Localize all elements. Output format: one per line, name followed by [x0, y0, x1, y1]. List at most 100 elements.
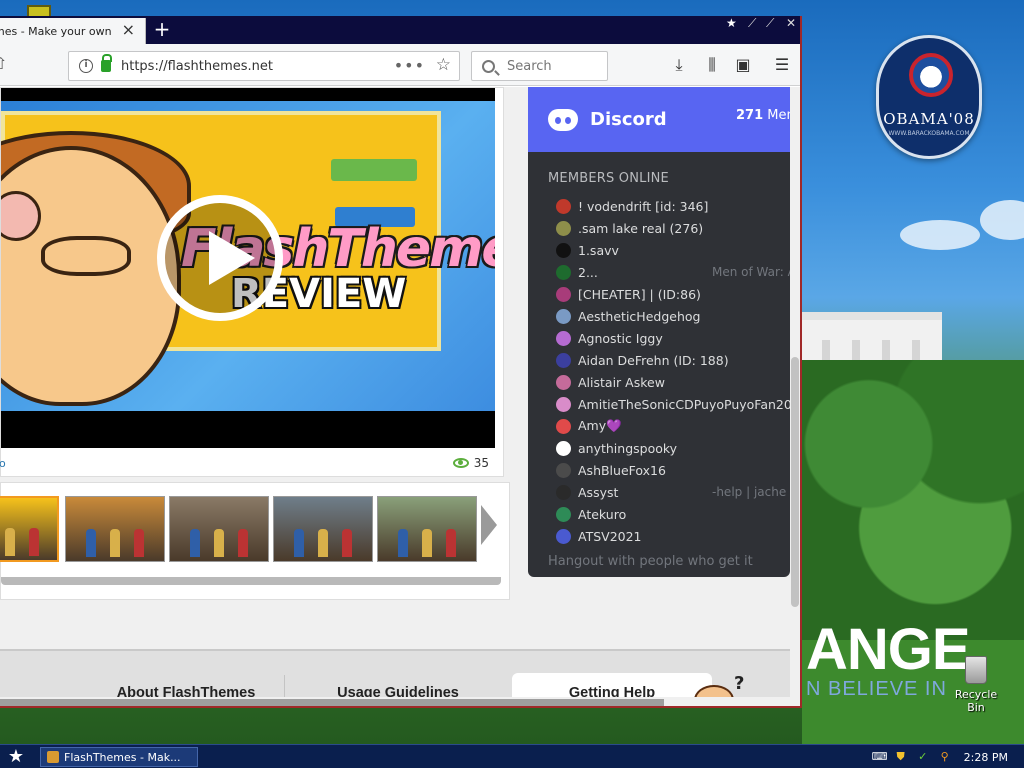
thumb-4[interactable] — [273, 496, 373, 562]
menu-icon[interactable]: ☰ — [771, 54, 793, 76]
discord-member[interactable]: anythingspooky — [556, 437, 790, 459]
avatar — [556, 264, 571, 280]
vertical-scrollbar[interactable] — [790, 87, 800, 706]
discord-member[interactable]: ATSV2021 — [556, 525, 790, 547]
lock-icon[interactable] — [101, 54, 112, 72]
shield-icon[interactable]: ⛊ — [894, 750, 908, 764]
discord-header[interactable]: Discord 271 Mem — [528, 87, 790, 152]
avatar — [556, 440, 571, 456]
info-icon[interactable]: i — [79, 59, 93, 73]
clock[interactable]: 2:28 PM — [964, 751, 1008, 764]
search-input[interactable] — [507, 58, 597, 74]
page-actions-icon[interactable]: ••• — [394, 56, 425, 75]
play-button[interactable] — [157, 195, 283, 321]
discord-logo-icon — [548, 108, 578, 131]
discord-member[interactable]: ! vodendrift [id: 346] — [556, 195, 790, 217]
obama-logo-site: WWW.BARACKOBAMA.COM — [888, 130, 970, 137]
search-tray-icon[interactable]: ⚲ — [938, 750, 952, 764]
recycle-bin-label: Recycle Bin — [954, 688, 998, 714]
avatar — [556, 528, 571, 544]
bookmark-star-icon[interactable]: ☆ — [436, 55, 451, 75]
search-bar[interactable] — [471, 51, 608, 81]
member-name: 2... — [578, 264, 598, 280]
discord-member[interactable]: 1.savv — [556, 239, 790, 261]
keyboard-icon[interactable]: ⌨ — [872, 750, 888, 764]
thumb-1[interactable] — [0, 496, 59, 562]
discord-member[interactable]: Agnostic Iggy — [556, 327, 790, 349]
download-icon[interactable]: ⤓ — [668, 54, 690, 76]
avatar — [556, 418, 571, 434]
discord-member[interactable]: Atekuro — [556, 503, 790, 525]
discord-member[interactable]: Aidan DeFrehn (ID: 188) — [556, 349, 790, 371]
member-name: ! vodendrift [id: 346] — [578, 198, 709, 214]
cloud — [900, 220, 980, 250]
view-count-value: 35 — [473, 456, 489, 470]
discord-member[interactable]: 2... Men of War: A — [556, 261, 790, 283]
discord-member[interactable]: AestheticHedgehog — [556, 305, 790, 327]
discord-member[interactable]: [CHEATER] | (ID:86) — [556, 283, 790, 305]
nav-bar: ⇧ i https://flashthemes.net ••• ☆ ⤓ ⫼ ▣ … — [0, 44, 800, 86]
member-name: 1.savv — [578, 242, 619, 258]
next-arrow-icon[interactable] — [479, 497, 499, 553]
search-icon — [482, 59, 495, 73]
new-tab-button[interactable]: + — [150, 18, 174, 42]
video-meta: o 35 — [0, 451, 495, 475]
obama-logo: OBAMA'08 WWW.BARACKOBAMA.COM — [876, 35, 982, 159]
page-content: FlashThemes REVIEW o 35 Discord — [0, 87, 790, 706]
discord-member[interactable]: AshBlueFox16 — [556, 459, 790, 481]
member-name: AshBlueFox16 — [578, 462, 666, 478]
member-activity: Men of War: A — [712, 265, 790, 279]
sidebar-icon[interactable]: ▣ — [732, 54, 754, 76]
member-name: .sam lake real (276) — [578, 220, 704, 236]
tab-title: mes - Make your own car — [0, 24, 114, 38]
avatar — [556, 352, 571, 368]
horizontal-scrollbar[interactable] — [0, 697, 800, 706]
taskbar-item-browser[interactable]: FlashThemes - Mak... — [40, 747, 198, 767]
avatar — [556, 308, 571, 324]
avatar — [556, 330, 571, 346]
view-count: 35 — [452, 456, 489, 470]
avatar — [556, 220, 571, 236]
recycle-bin[interactable]: Recycle Bin — [946, 656, 1006, 714]
close-tab-icon[interactable]: × — [122, 22, 135, 38]
network-icon[interactable]: ✓ — [916, 750, 930, 764]
avatar — [556, 396, 571, 412]
tab-bar: mes - Make your own car × + ★ ⟋ ⟋ ✕ — [0, 16, 800, 44]
discord-member[interactable]: .sam lake real (276) — [556, 217, 790, 239]
trees-image — [802, 360, 1024, 640]
avatar — [556, 506, 571, 522]
thumb-5[interactable] — [377, 496, 477, 562]
discord-member[interactable]: Alistair Askew — [556, 371, 790, 393]
thumb-3[interactable] — [169, 496, 269, 562]
video-author-link[interactable]: o — [0, 457, 6, 470]
url-text[interactable]: https://flashthemes.net — [121, 59, 273, 74]
member-name: anythingspooky — [578, 440, 678, 456]
close-window-icon[interactable]: ✕ — [786, 16, 796, 36]
thumb-2[interactable] — [65, 496, 165, 562]
video-card: FlashThemes REVIEW o 35 — [0, 87, 504, 477]
tab-flashthemes[interactable]: mes - Make your own car × — [0, 18, 146, 44]
thumbnail-strip — [0, 496, 501, 562]
thumbnail-strip-footer — [1, 577, 501, 585]
url-bar[interactable]: i https://flashthemes.net ••• ☆ — [68, 51, 460, 81]
library-icon[interactable]: ⫼ — [701, 54, 723, 76]
discord-member[interactable]: Assyst -help | jache — [556, 481, 790, 503]
discord-member[interactable]: AmitieTheSonicCDPuyoPuyoFan200 — [556, 393, 790, 415]
member-name: ATSV2021 — [578, 528, 642, 544]
maximize-icon[interactable]: ⟋ — [766, 16, 774, 36]
member-name: Alistair Askew — [578, 374, 665, 390]
member-activity: -help | jache — [712, 485, 787, 499]
minimize-icon[interactable]: ⟋ — [748, 16, 756, 36]
thumbnail-strip-card — [0, 482, 510, 600]
member-name: AmitieTheSonicCDPuyoPuyoFan200 — [578, 396, 790, 412]
member-name: AestheticHedgehog — [578, 308, 701, 324]
back-arrow-icon[interactable]: ⇧ — [0, 54, 7, 73]
discord-member[interactable]: Amy💜 — [556, 415, 790, 437]
recycle-bin-icon — [965, 656, 987, 684]
taskbar: ★ FlashThemes - Mak... ⌨ ⛊ ✓ ⚲ 2:28 PM — [0, 744, 1024, 768]
obama-logo-text: OBAMA'08 — [883, 110, 975, 128]
avatar — [556, 242, 571, 258]
video-player[interactable]: FlashThemes REVIEW — [1, 88, 495, 448]
start-button-star-icon[interactable]: ★ — [4, 747, 28, 767]
avatar — [556, 374, 571, 390]
